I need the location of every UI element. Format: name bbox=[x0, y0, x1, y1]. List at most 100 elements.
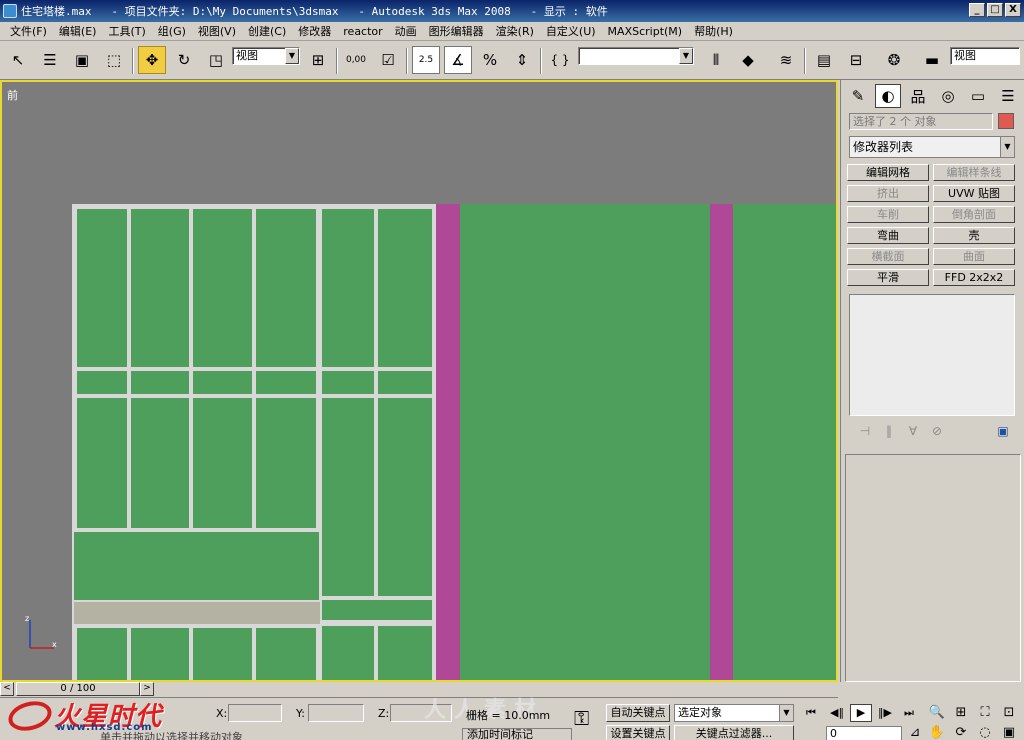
modify-tab-icon[interactable]: ◐ bbox=[875, 84, 901, 108]
reference-coord-dropdown[interactable]: 视图 ▼ bbox=[232, 47, 300, 65]
show-end-result-icon[interactable]: ‖ bbox=[877, 424, 901, 438]
make-unique-icon[interactable]: ∀ bbox=[901, 424, 925, 438]
align-icon[interactable]: ◆ bbox=[734, 46, 762, 74]
shell-button[interactable]: 壳 bbox=[933, 227, 1015, 244]
add-time-tag-button[interactable]: 添加时间标记 bbox=[462, 728, 572, 740]
edit-mesh-button[interactable]: 编辑网格 bbox=[847, 164, 929, 181]
modifier-stack[interactable] bbox=[849, 294, 1015, 416]
set-key-button[interactable]: 设置关键点 bbox=[606, 725, 670, 740]
menu-modifiers[interactable]: 修改器 bbox=[292, 23, 337, 39]
time-next-button[interactable]: > bbox=[140, 682, 154, 696]
y-coord-field[interactable] bbox=[308, 704, 364, 722]
bend-button[interactable]: 弯曲 bbox=[847, 227, 929, 244]
modifier-list-dropdown[interactable]: 修改器列表 ▼ bbox=[849, 136, 1015, 158]
time-prev-button[interactable]: < bbox=[0, 682, 14, 696]
menu-customize[interactable]: 自定义(U) bbox=[540, 23, 602, 39]
minimize-button[interactable]: _ bbox=[969, 3, 985, 17]
layer-manager-icon[interactable]: ≋ bbox=[772, 46, 800, 74]
menu-edit[interactable]: 编辑(E) bbox=[53, 23, 103, 39]
utilities-tab-icon[interactable]: ☰ bbox=[995, 84, 1021, 108]
object-color-swatch[interactable] bbox=[998, 113, 1014, 129]
menu-rendering[interactable]: 渲染(R) bbox=[490, 23, 540, 39]
go-to-end-icon[interactable]: ⏭ bbox=[898, 704, 920, 722]
pan-icon[interactable]: ✋ bbox=[926, 724, 948, 740]
select-rotate-icon[interactable]: ↻ bbox=[170, 46, 198, 74]
menu-reactor[interactable]: reactor bbox=[337, 25, 388, 38]
toolbar-separator bbox=[336, 48, 338, 74]
smooth-button[interactable]: 平滑 bbox=[847, 269, 929, 286]
menu-file[interactable]: 文件(F) bbox=[4, 23, 53, 39]
spinner-snap-icon[interactable]: ⇕ bbox=[508, 46, 536, 74]
schematic-view-icon[interactable]: ⊟ bbox=[842, 46, 870, 74]
menu-create[interactable]: 创建(C) bbox=[242, 23, 292, 39]
angle-snap-icon[interactable]: ∡ bbox=[444, 46, 472, 74]
material-editor-icon[interactable]: ❂ bbox=[880, 46, 908, 74]
selection-name-field[interactable]: 选择了 2 个 对象 bbox=[849, 113, 993, 130]
window-crossing-icon[interactable]: ⬚ bbox=[100, 46, 128, 74]
surface-button[interactable]: 曲面 bbox=[933, 248, 1015, 265]
edit-spline-button[interactable]: 编辑样条线 bbox=[933, 164, 1015, 181]
pin-stack-icon[interactable]: ⊣ bbox=[853, 424, 877, 438]
zoom-extents-all-icon[interactable]: ⊡ bbox=[998, 704, 1020, 722]
time-slider-thumb[interactable]: 0 / 100 bbox=[16, 682, 140, 696]
key-filters-button[interactable]: 关键点过滤器... bbox=[674, 725, 794, 740]
menu-views[interactable]: 视图(V) bbox=[192, 23, 242, 39]
menu-help[interactable]: 帮助(H) bbox=[688, 23, 739, 39]
previous-frame-icon[interactable]: ◀‖ bbox=[826, 704, 848, 722]
field-of-view-icon[interactable]: ⊿ bbox=[904, 724, 926, 740]
arc-rotate-icon[interactable]: ◌ bbox=[974, 724, 996, 740]
named-selection-sets-dropdown[interactable]: ▼ bbox=[578, 47, 694, 65]
select-by-name-icon[interactable]: ☰ bbox=[36, 46, 64, 74]
select-arrow-icon[interactable]: ↖ bbox=[4, 46, 32, 74]
maximize-viewport-icon[interactable]: ▣ bbox=[998, 724, 1020, 740]
curve-editor-icon[interactable]: ▤ bbox=[810, 46, 838, 74]
menu-animation[interactable]: 动画 bbox=[389, 23, 423, 39]
next-frame-icon[interactable]: ‖▶ bbox=[874, 704, 896, 722]
render-type-dropdown[interactable]: 视图 bbox=[950, 47, 1020, 65]
configure-sets-icon[interactable]: ▣ bbox=[991, 424, 1015, 438]
create-tab-icon[interactable]: ✎ bbox=[845, 84, 871, 108]
render-setup-icon[interactable]: ▬ bbox=[918, 46, 946, 74]
menu-tools[interactable]: 工具(T) bbox=[102, 23, 151, 39]
remove-modifier-icon[interactable]: ⊘ bbox=[925, 424, 949, 438]
key-mode-dropdown[interactable]: 选定对象 ▼ bbox=[674, 704, 794, 722]
current-frame-field[interactable]: 0 bbox=[826, 726, 902, 740]
menu-graph-editors[interactable]: 图形编辑器 bbox=[423, 23, 490, 39]
zoom-extents-icon[interactable]: ⛶ bbox=[974, 704, 996, 722]
bevel-profile-button[interactable]: 倒角剖面 bbox=[933, 206, 1015, 223]
x-coord-field[interactable] bbox=[228, 704, 282, 722]
select-move-icon[interactable]: ✥ bbox=[138, 46, 166, 74]
mirror-icon[interactable]: ⫴ bbox=[702, 46, 730, 74]
percent-snap-icon[interactable]: % bbox=[476, 46, 504, 74]
menu-group[interactable]: 组(G) bbox=[152, 23, 192, 39]
hierarchy-tab-icon[interactable]: 品 bbox=[905, 84, 931, 108]
maximize-button[interactable]: □ bbox=[987, 3, 1003, 17]
time-slider[interactable]: < 0 / 100 > bbox=[0, 682, 838, 696]
lathe-button[interactable]: 车削 bbox=[847, 206, 929, 223]
menu-maxscript[interactable]: MAXScript(M) bbox=[602, 25, 689, 38]
snap-toggle-icon[interactable]: 2.5 bbox=[412, 46, 440, 74]
pivot-center-icon[interactable]: ⊞ bbox=[304, 46, 332, 74]
ffd-button[interactable]: FFD 2x2x2 bbox=[933, 269, 1015, 286]
viewport-label[interactable]: 前 bbox=[7, 87, 18, 103]
orbit-icon[interactable]: ⟳ bbox=[950, 724, 972, 740]
extrude-button[interactable]: 挤出 bbox=[847, 185, 929, 202]
named-selection-icon[interactable]: { } bbox=[546, 46, 574, 74]
go-to-start-icon[interactable]: ⏮ bbox=[800, 704, 822, 722]
zoom-all-icon[interactable]: ⊞ bbox=[950, 704, 972, 722]
play-icon[interactable]: ▶ bbox=[850, 704, 872, 722]
select-manipulate-icon[interactable]: 0,00 bbox=[342, 46, 370, 74]
auto-key-button[interactable]: 自动关键点 bbox=[606, 704, 670, 722]
app-icon[interactable] bbox=[3, 4, 17, 18]
motion-tab-icon[interactable]: ◎ bbox=[935, 84, 961, 108]
uvw-map-button[interactable]: UVW 贴图 bbox=[933, 185, 1015, 202]
zoom-icon[interactable]: 🔍 bbox=[926, 704, 948, 722]
keyboard-shortcut-icon[interactable]: ☑ bbox=[374, 46, 402, 74]
cross-section-button[interactable]: 横截面 bbox=[847, 248, 929, 265]
close-button[interactable]: X bbox=[1005, 3, 1021, 17]
select-scale-icon[interactable]: ◳ bbox=[202, 46, 230, 74]
display-tab-icon[interactable]: ▭ bbox=[965, 84, 991, 108]
rect-select-icon[interactable]: ▣ bbox=[68, 46, 96, 74]
menu-bar: 文件(F) 编辑(E) 工具(T) 组(G) 视图(V) 创建(C) 修改器 r… bbox=[0, 22, 1024, 41]
front-viewport[interactable]: 前 z x bbox=[0, 80, 838, 682]
